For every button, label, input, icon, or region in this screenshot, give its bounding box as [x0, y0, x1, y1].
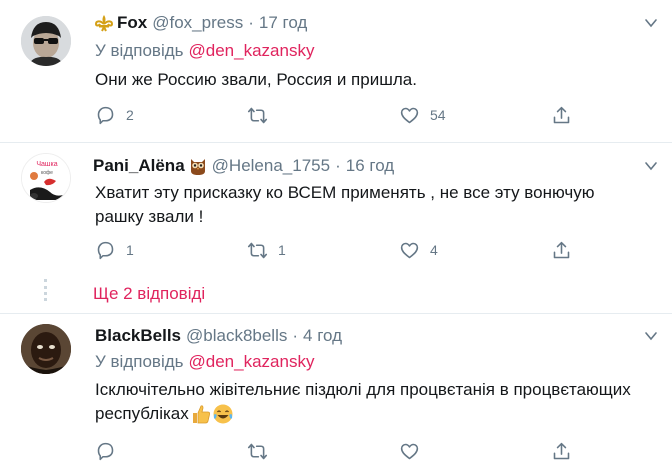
author-handle[interactable]: @fox_press: [152, 13, 243, 33]
reply-count: 1: [126, 242, 134, 258]
share-button[interactable]: [551, 103, 572, 127]
avatar-image: [21, 324, 71, 374]
reply-mention-link[interactable]: @den_kazansky: [189, 41, 315, 60]
reply-context: У відповідь @den_kazansky: [95, 352, 314, 372]
reply-context: У відповідь @den_kazansky: [95, 41, 314, 61]
avatar-image: [21, 16, 71, 66]
chevron-down-icon[interactable]: [644, 159, 658, 173]
tweet-text: Они же Россию звали, Россия и пришла.: [95, 70, 417, 89]
tweet-text-line: республіках: [95, 404, 189, 423]
show-more-replies-link[interactable]: Ще 2 відповіді: [93, 284, 205, 304]
tweet-header: Pani_Alёna @Helena_1755 · 16 год: [93, 155, 394, 177]
tweet-text: Хватит эту присказку ко ВСЕМ применять ,…: [95, 181, 655, 229]
reply-icon: [97, 106, 114, 124]
chevron-down-icon[interactable]: [644, 329, 658, 343]
tweet-text-line-wrap: республіках: [95, 402, 655, 426]
retweet-icon: [247, 443, 268, 459]
avatar-label-top: Чашка: [36, 161, 57, 168]
timestamp[interactable]: 4 год: [303, 326, 342, 346]
tweet-fox[interactable]: Fox @fox_press · 17 год У відповідь @den_…: [0, 0, 672, 142]
action-bar: [95, 439, 585, 463]
share-icon: [553, 442, 570, 459]
chevron-down-icon[interactable]: [644, 16, 658, 30]
action-bar: 2 54: [95, 103, 585, 127]
timestamp[interactable]: 16 год: [346, 156, 394, 176]
owl-emoji-icon: [190, 159, 205, 175]
tweet-header: BlackBells @black8bells · 4 год: [95, 325, 342, 347]
reply-icon: [97, 241, 114, 259]
reply-button[interactable]: 2: [95, 103, 134, 127]
share-icon: [553, 106, 570, 123]
like-button[interactable]: [399, 439, 420, 463]
action-bar: 1 1 4: [95, 238, 585, 262]
retweet-count: 1: [278, 242, 286, 258]
retweet-icon: [247, 107, 268, 123]
share-button[interactable]: [551, 439, 572, 463]
author-handle[interactable]: @black8bells: [186, 326, 287, 346]
reply-count: 2: [126, 107, 134, 123]
tweet-pani-alena[interactable]: Чашка кофе Pani_Alёna @Helena_1755 · 16 …: [0, 143, 672, 313]
reply-prefix: У відповідь: [95, 41, 184, 60]
author-name[interactable]: BlackBells: [95, 326, 181, 346]
reply-button[interactable]: 1: [95, 238, 134, 262]
retweet-button[interactable]: 1: [247, 238, 286, 262]
laughing-tears-emoji-icon: [213, 404, 233, 424]
avatar-label-mid: кофе: [41, 170, 53, 176]
tweet-text: Ісключітельно жівітельниє піздюлі для пр…: [95, 378, 655, 426]
reply-icon: [97, 442, 114, 460]
retweet-icon: [247, 242, 268, 258]
retweet-button[interactable]: [247, 103, 278, 127]
fleur-de-lis-icon: [94, 15, 114, 32]
timestamp[interactable]: 17 год: [259, 13, 307, 33]
tweet-header: Fox @fox_press · 17 год: [93, 12, 307, 34]
share-icon: [553, 241, 570, 258]
separator-dot: ·: [292, 326, 299, 345]
author-name[interactable]: Pani_Alёna: [93, 156, 185, 176]
tweet-text-line: Хватит эту присказку ко ВСЕМ применять ,…: [95, 183, 595, 202]
avatar-image: Чашка кофе: [22, 154, 70, 202]
avatar[interactable]: [21, 16, 71, 66]
reply-prefix: У відповідь: [95, 352, 184, 371]
separator-dot: ·: [248, 13, 254, 32]
reply-button[interactable]: [95, 439, 116, 463]
heart-icon: [400, 107, 419, 123]
like-button[interactable]: 54: [399, 103, 446, 127]
share-button[interactable]: [551, 238, 572, 262]
avatar[interactable]: Чашка кофе: [21, 153, 71, 203]
author-handle[interactable]: @Helena_1755: [212, 156, 330, 176]
like-count: 54: [430, 107, 446, 123]
tweet-text-line: рашку звали !: [95, 207, 204, 226]
retweet-button[interactable]: [247, 439, 268, 463]
tweet-text-line: Ісключітельно жівітельниє піздюлі для пр…: [95, 380, 631, 399]
heart-icon: [400, 443, 419, 459]
like-button[interactable]: 4: [399, 238, 438, 262]
separator-dot: ·: [335, 156, 341, 175]
thread-dotted-line: [44, 279, 48, 301]
heart-icon: [400, 242, 419, 258]
thumbs-up-emoji-icon: [192, 405, 210, 424]
tweet-blackbells[interactable]: BlackBells @black8bells · 4 год У відпов…: [0, 314, 672, 463]
avatar[interactable]: [21, 324, 71, 374]
like-count: 4: [430, 242, 438, 258]
reply-mention-link[interactable]: @den_kazansky: [189, 352, 315, 371]
author-name[interactable]: Fox: [117, 13, 147, 33]
